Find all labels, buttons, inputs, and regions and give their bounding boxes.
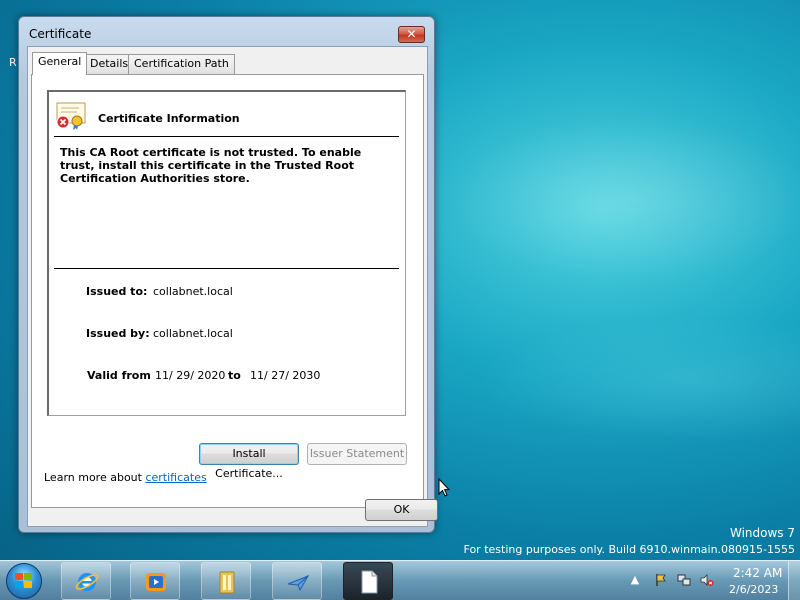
issued-by-label: Issued by: (86, 327, 150, 340)
windows-version-watermark: Windows 7 (729, 526, 795, 540)
close-button[interactable]: ✕ (398, 26, 425, 43)
tab-certification-path[interactable]: Certification Path (128, 54, 235, 74)
ie-icon (75, 573, 99, 591)
general-tab-panel: Certificate Information This CA Root cer… (31, 74, 424, 508)
valid-from-value: 11/ 29/ 2020 (155, 369, 226, 382)
certificate-info-heading: Certificate Information (98, 112, 240, 125)
trust-warning-text: This CA Root certificate is not trusted.… (60, 146, 362, 185)
volume-muted-icon[interactable] (700, 573, 714, 587)
valid-from-label: Valid from (87, 369, 151, 382)
issued-to-value: collabnet.local (153, 285, 233, 298)
window-title: Certificate (29, 27, 92, 41)
certificates-link[interactable]: certificates (145, 471, 206, 484)
certificate-warning-icon (56, 102, 86, 130)
install-certificate-button[interactable]: Install Certificate... (199, 443, 299, 480)
clock-time[interactable]: 2:42 AM (733, 566, 782, 580)
tab-general[interactable]: General (32, 52, 88, 75)
issued-to-label: Issued to: (86, 285, 148, 298)
divider (54, 268, 399, 269)
divider (54, 136, 399, 137)
ok-button[interactable]: OK (365, 499, 438, 521)
clock-date[interactable]: 2/6/2023 (729, 583, 778, 596)
certificate-dialog: Certificate ✕ General Details Certificat… (18, 16, 438, 533)
desktop-icon-label[interactable]: R (9, 56, 17, 69)
media-player-icon (146, 573, 166, 591)
build-watermark: For testing purposes only. Build 6910.wi… (463, 543, 795, 556)
mouse-cursor-icon (438, 478, 450, 497)
action-center-flag-icon[interactable] (654, 573, 668, 587)
network-icon[interactable] (677, 573, 691, 587)
issued-by-value: collabnet.local (153, 327, 233, 340)
tab-details[interactable]: Details (84, 54, 135, 74)
taskbar-item-internet-explorer[interactable] (61, 562, 111, 600)
desktop-wallpaper (430, 0, 800, 560)
start-button[interactable] (6, 563, 42, 599)
windows-logo-icon (15, 573, 33, 589)
explorer-folder-icon (219, 571, 235, 594)
paper-plane-icon (287, 575, 310, 592)
taskbar-item-media-player[interactable] (130, 562, 180, 600)
taskbar-item-document[interactable] (343, 562, 393, 600)
certificate-info-box: Certificate Information This CA Root cer… (47, 90, 406, 416)
issuer-statement-button[interactable]: Issuer Statement (307, 443, 407, 465)
show-hidden-icons-arrow-icon[interactable]: ▲ (628, 573, 642, 587)
valid-to-value: 11/ 27/ 2030 (250, 369, 321, 382)
document-icon (361, 570, 378, 594)
dialog-client-area: General Details Certification Path Certi… (27, 46, 438, 527)
learn-more-prefix: Learn more about (44, 471, 146, 484)
taskbar-item-paper-plane[interactable] (272, 562, 322, 600)
learn-more-text: Learn more about certificates (44, 471, 207, 484)
taskbar-item-windows-explorer[interactable] (201, 562, 251, 600)
show-desktop-button[interactable] (788, 561, 800, 600)
taskbar: ▲ (0, 560, 800, 600)
valid-to-label: to (228, 369, 241, 382)
